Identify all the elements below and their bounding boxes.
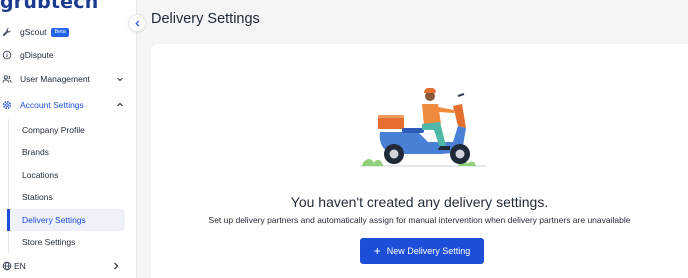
empty-state-description: Set up delivery partners and automatical… <box>208 215 631 225</box>
sidebar-collapse-button[interactable] <box>128 14 146 32</box>
grubtech-logo[interactable]: grubtech <box>0 0 98 13</box>
sidebar-subitem-brands[interactable]: Brands <box>7 141 125 163</box>
users-icon <box>2 74 12 84</box>
sidebar-subitem-stations[interactable]: Stations <box>7 186 125 208</box>
chevron-up-icon <box>116 101 124 109</box>
sidebar-subitem-locations[interactable]: Locations <box>7 164 125 186</box>
sidebar-item-label: User Management <box>20 74 90 84</box>
globe-icon <box>2 261 12 271</box>
sidebar: grubtech gScout Beta gDispute User Manage… <box>0 0 137 278</box>
sidebar-item-user-management[interactable]: User Management <box>0 68 136 90</box>
page-title: Delivery Settings <box>151 11 260 27</box>
chevron-left-icon <box>134 20 141 27</box>
new-delivery-setting-button[interactable]: + New Delivery Setting <box>360 238 484 264</box>
sidebar-item-gdispute[interactable]: gDispute <box>0 44 136 66</box>
sidebar-subitem-company-profile[interactable]: Company Profile <box>7 119 125 141</box>
wrench-icon <box>2 27 12 37</box>
chevron-down-icon <box>116 75 124 83</box>
sidebar-subitem-store-settings[interactable]: Store Settings <box>7 231 125 253</box>
gear-icon <box>2 100 12 110</box>
sidebar-subitem-delivery-settings[interactable]: Delivery Settings <box>7 209 125 231</box>
language-label: EN <box>14 261 26 271</box>
sidebar-item-account-settings[interactable]: Account Settings <box>0 94 136 116</box>
empty-state-card: You haven't created any delivery setting… <box>151 44 688 278</box>
plus-icon: + <box>373 244 381 258</box>
delivery-scooter-illustration <box>358 87 488 170</box>
new-delivery-setting-label: New Delivery Setting <box>386 246 471 256</box>
info-icon <box>2 50 12 60</box>
chevron-right-icon <box>112 262 120 270</box>
sidebar-item-label: gDispute <box>20 50 54 60</box>
empty-state-title: You haven't created any delivery setting… <box>290 194 549 210</box>
language-selector[interactable]: EN <box>0 255 136 277</box>
sidebar-item-gscout[interactable]: gScout Beta <box>0 21 136 43</box>
sidebar-item-label: Account Settings <box>20 100 84 110</box>
beta-badge: Beta <box>51 28 69 38</box>
sidebar-item-label: gScout <box>20 26 47 37</box>
